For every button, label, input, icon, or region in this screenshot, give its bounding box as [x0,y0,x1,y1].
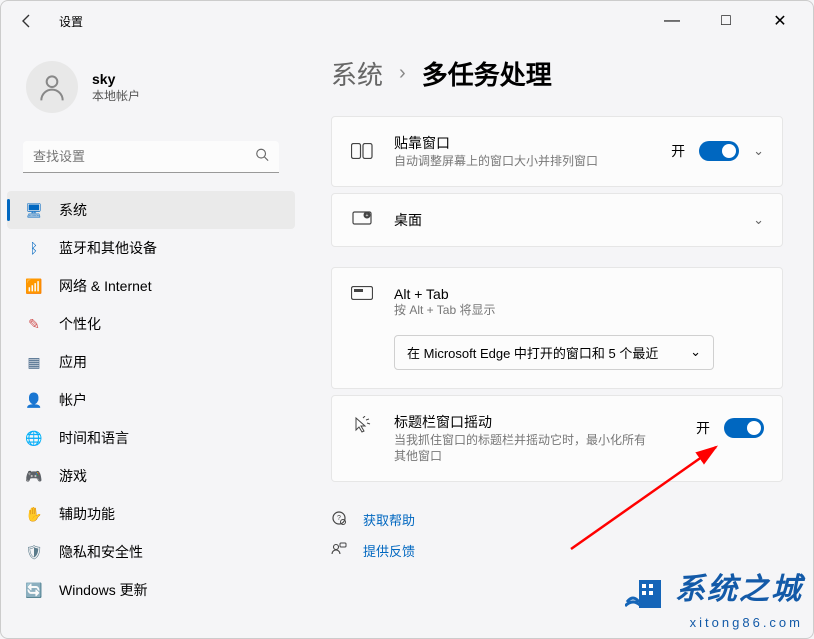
shake-card: 标题栏窗口摇动 当我抓住窗口的标题栏并摇动它时，最小化所有其他窗口 开 [331,395,783,483]
sidebar-item-3[interactable]: ✎ 个性化 [7,305,295,343]
breadcrumb: 系统 › 多任务处理 [331,55,783,92]
chevron-down-icon: ⌄ [690,344,701,360]
avatar [26,61,78,113]
chevron-right-icon: › [399,62,406,85]
watermark: 系统之城 xitong86.com [625,564,803,630]
window-title: 设置 [59,13,83,30]
nav-icon: 🔄 [25,581,43,599]
watermark-url: xitong86.com [625,615,803,630]
sidebar-item-9[interactable]: 🛡 隐私和安全性 [7,533,295,571]
nav-label: 游戏 [59,466,87,486]
nav-icon: ᛒ [25,239,43,257]
svg-text:?: ? [337,515,341,522]
help-icon: ? [331,510,349,529]
nav-icon: 🛡 [25,543,43,561]
watermark-text: 系统之城 [675,573,803,606]
nav-icon: 🌐 [25,429,43,447]
shake-desc: 当我抓住窗口的标题栏并摇动它时，最小化所有其他窗口 [394,432,654,466]
profile-section[interactable]: sky 本地帐户 [1,41,301,133]
sidebar-item-6[interactable]: 🌐 时间和语言 [7,419,295,457]
close-button[interactable]: ✕ [757,5,803,37]
nav-label: 系统 [59,200,87,220]
shake-toggle-label: 开 [696,418,710,438]
snap-toggle[interactable] [699,141,739,161]
nav-label: 帐户 [59,390,87,410]
snap-title: 贴靠窗口 [394,133,651,153]
nav-icon: 📶 [25,277,43,295]
alttab-dropdown-value: 在 Microsoft Edge 中打开的窗口和 5 个最近 [407,343,658,362]
alttab-card: Alt + Tab 按 Alt + Tab 将显示 在 Microsoft Ed… [331,267,783,389]
nav-list: 🖥 系统 ᛒ 蓝牙和其他设备 📶 网络 & Internet ✎ 个性化 ▦ 应用 👤 帐户 🌐 时间和语… [1,191,301,609]
shake-toggle[interactable] [724,418,764,438]
nav-label: 网络 & Internet [59,276,152,296]
help-label: 获取帮助 [363,510,415,529]
nav-icon: ✋ [25,505,43,523]
nav-icon: 🎮 [25,467,43,485]
sidebar-item-10[interactable]: 🔄 Windows 更新 [7,571,295,609]
chevron-down-icon[interactable]: ⌄ [753,212,764,228]
back-button[interactable] [11,5,43,37]
sidebar-item-5[interactable]: 👤 帐户 [7,381,295,419]
nav-label: 时间和语言 [59,428,129,448]
nav-label: 辅助功能 [59,504,115,524]
nav-label: 个性化 [59,314,101,334]
nav-label: 隐私和安全性 [59,542,143,562]
sidebar-item-2[interactable]: 📶 网络 & Internet [7,267,295,305]
sidebar: sky 本地帐户 🖥 系统 ᛒ 蓝牙和其他设备 📶 网络 & Internet ✎ 个性化 ▦ 应… [1,41,301,609]
nav-icon: ✎ [25,315,43,333]
search-icon [255,148,269,167]
snap-windows-card[interactable]: 贴靠窗口 自动调整屏幕上的窗口大小并排列窗口 开 ⌄ [331,116,783,187]
nav-icon: 👤 [25,391,43,409]
alttab-desc: 按 Alt + Tab 将显示 [394,302,764,319]
feedback-link[interactable]: 提供反馈 [331,535,783,566]
feedback-icon [331,541,349,560]
nav-label: 蓝牙和其他设备 [59,238,157,258]
profile-type: 本地帐户 [92,87,140,104]
desktop-icon: + [350,211,374,229]
sidebar-item-8[interactable]: ✋ 辅助功能 [7,495,295,533]
alttab-title: Alt + Tab [394,286,764,302]
alttab-icon [350,286,374,300]
profile-name: sky [92,71,140,87]
chevron-down-icon[interactable]: ⌄ [753,143,764,159]
snap-desc: 自动调整屏幕上的窗口大小并排列窗口 [394,153,614,170]
shake-title: 标题栏窗口摇动 [394,412,676,432]
main-content: 系统 › 多任务处理 贴靠窗口 自动调整屏幕上的窗口大小并排列窗口 开 ⌄ + … [301,41,813,586]
breadcrumb-current: 多任务处理 [422,55,552,92]
nav-label: 应用 [59,352,87,372]
breadcrumb-parent[interactable]: 系统 [331,55,383,92]
nav-icon: 🖥 [25,201,43,219]
sidebar-item-0[interactable]: 🖥 系统 [7,191,295,229]
titlebar: 设置 — □ ✕ [1,1,813,41]
alttab-dropdown[interactable]: 在 Microsoft Edge 中打开的窗口和 5 个最近 ⌄ [394,335,714,370]
cursor-icon [350,412,374,434]
sidebar-item-7[interactable]: 🎮 游戏 [7,457,295,495]
footer-links: ? 获取帮助 提供反馈 [331,504,783,566]
desktop-title: 桌面 [394,210,733,230]
snap-toggle-label: 开 [671,141,685,161]
snap-icon [350,143,374,159]
sidebar-item-4[interactable]: ▦ 应用 [7,343,295,381]
desktop-card[interactable]: + 桌面 ⌄ [331,193,783,247]
feedback-label: 提供反馈 [363,541,415,560]
help-link[interactable]: ? 获取帮助 [331,504,783,535]
search-box[interactable] [23,141,279,173]
nav-label: Windows 更新 [59,580,148,600]
search-input[interactable] [23,141,279,173]
minimize-button[interactable]: — [649,5,695,37]
maximize-button[interactable]: □ [703,5,749,37]
sidebar-item-1[interactable]: ᛒ 蓝牙和其他设备 [7,229,295,267]
nav-icon: ▦ [25,353,43,371]
svg-text:+: + [366,213,369,219]
